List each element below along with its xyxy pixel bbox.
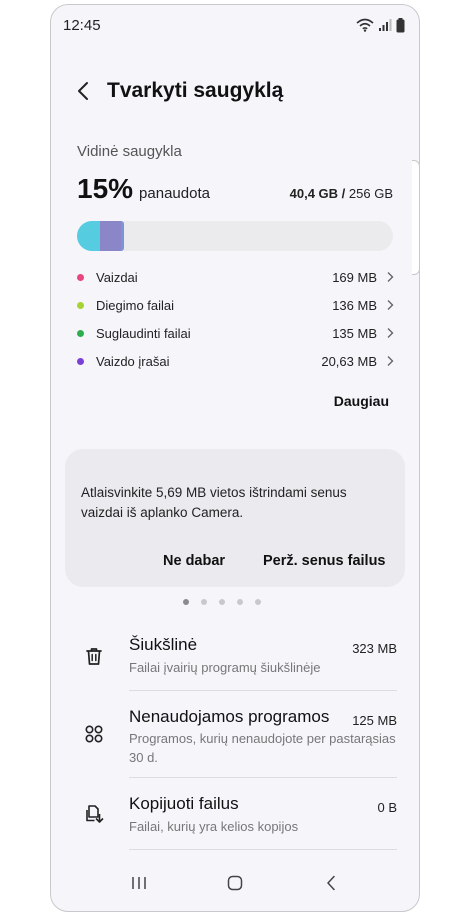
usage-total: 40,4 GB / 256 GB	[290, 186, 393, 201]
category-label: Vaizdai	[96, 269, 138, 285]
item-size: 323 MB	[352, 641, 397, 656]
item-title: Šiukšlinė	[129, 635, 198, 654]
wifi-icon	[356, 18, 374, 32]
navigation-bar	[51, 855, 419, 911]
used-amount: 40,4 GB	[289, 186, 339, 201]
category-size: 20,63 MB	[321, 353, 377, 369]
home-icon	[227, 875, 243, 891]
usage-bar-segment	[100, 221, 121, 251]
suggestion-card: Atlaisvinkite 5,69 MB vietos ištrindami …	[65, 449, 405, 587]
suggestion-text: Atlaisvinkite 5,69 MB vietos ištrindami …	[81, 485, 347, 520]
category-size: 135 MB	[332, 325, 377, 341]
category-row[interactable]: Diegimo failai 136 MB	[75, 291, 395, 319]
page-dot[interactable]	[201, 599, 207, 605]
category-color-dot	[77, 357, 84, 365]
storage-usage-summary: 15% panaudota 40,4 GB / 256 GB	[77, 173, 393, 205]
page-title: Tvarkyti saugyklą	[107, 79, 284, 102]
status-bar: 12:45	[51, 5, 419, 45]
usage-bar-segment	[77, 221, 100, 251]
category-color-dot	[77, 329, 84, 337]
recent-apps-button[interactable]	[124, 868, 154, 898]
trash-icon	[86, 648, 102, 665]
chevron-right-icon	[387, 300, 394, 310]
back-arrow-icon	[327, 875, 335, 891]
item-size: 125 MB	[352, 713, 397, 728]
status-icons	[356, 17, 405, 33]
divider	[129, 690, 397, 691]
category-row[interactable]: Vaizdo įrašai 20,63 MB	[75, 347, 395, 375]
usage-bar-segment	[121, 221, 124, 251]
more-button[interactable]: Daugiau	[334, 393, 389, 409]
page-dot[interactable]	[219, 599, 225, 605]
card-page-indicator	[51, 599, 419, 605]
divider	[129, 849, 397, 850]
phone-screen: 12:45 Tvarkyti saugyklą Vidinė saugykla …	[50, 4, 420, 912]
item-title: Nenaudojamos programos	[129, 707, 330, 726]
scroll-indicator[interactable]	[412, 160, 420, 275]
category-row[interactable]: Suglaudinti failai 135 MB	[75, 319, 395, 347]
category-label: Diegimo failai	[96, 297, 175, 313]
category-row[interactable]: Vaizdai 169 MB	[75, 263, 395, 291]
review-old-files-button[interactable]: Perž. senus failus	[263, 553, 386, 569]
trash-item[interactable]: Šiukšlinė 323 MB Failai įvairių programų…	[51, 633, 419, 689]
duplicate-files-item[interactable]: Kopijuoti failus 0 B Failai, kurių yra k…	[51, 792, 419, 848]
status-time: 12:45	[63, 16, 101, 34]
chevron-right-icon	[387, 272, 394, 282]
storage-section-label: Vidinė saugykla	[77, 143, 182, 160]
item-description: Failai įvairių programų šiukšlinėje	[129, 660, 321, 675]
storage-usage-bar	[77, 221, 393, 251]
divider	[129, 777, 397, 778]
chevron-left-icon	[78, 82, 88, 100]
usage-word: panaudota	[139, 185, 210, 202]
category-color-dot	[77, 273, 84, 281]
unused-apps-item[interactable]: Nenaudojamos programos 125 MB Programos,…	[51, 705, 419, 775]
category-label: Vaizdo įrašai	[96, 353, 170, 369]
battery-icon	[396, 17, 405, 32]
page-dot[interactable]	[255, 599, 261, 605]
item-title: Kopijuoti failus	[129, 794, 239, 813]
recent-apps-icon	[132, 877, 146, 889]
item-description: Programos, kurių nenaudojote per pastarą…	[129, 731, 396, 765]
chevron-right-icon	[387, 356, 394, 366]
back-button[interactable]	[73, 79, 93, 103]
category-label: Suglaudinti failai	[96, 325, 191, 341]
page-dot[interactable]	[183, 599, 189, 605]
storage-category-list: Vaizdai 169 MB Diegimo failai 136 MB Suglaud…	[75, 263, 395, 375]
category-size: 136 MB	[332, 297, 377, 313]
home-button[interactable]	[220, 868, 250, 898]
signal-icon	[379, 19, 392, 31]
total-amount: 256 GB	[348, 186, 393, 201]
chevron-right-icon	[387, 328, 394, 338]
category-size: 169 MB	[332, 269, 377, 285]
header: Tvarkyti saugyklą	[51, 69, 419, 113]
category-color-dot	[77, 301, 84, 309]
duplicate-files-icon	[86, 805, 104, 823]
item-size: 0 B	[377, 800, 397, 815]
apps-grid-icon	[85, 725, 103, 743]
usage-separator: /	[338, 186, 349, 201]
nav-back-button[interactable]	[316, 868, 346, 898]
not-now-button[interactable]: Ne dabar	[163, 553, 225, 569]
item-description: Failai, kurių yra kelios kopijos	[129, 819, 299, 834]
usage-percent: 15%	[77, 173, 134, 204]
page-dot[interactable]	[237, 599, 243, 605]
